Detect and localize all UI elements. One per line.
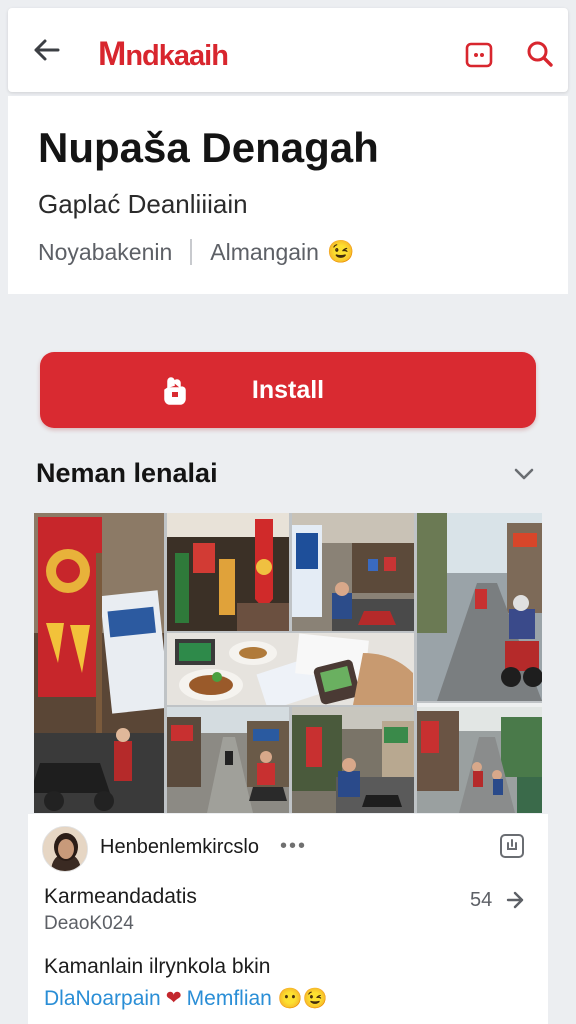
brand-logo[interactable]: Mndkaaih	[98, 35, 229, 74]
section-expand-button[interactable]	[508, 458, 540, 490]
more-options-button[interactable]	[464, 40, 494, 70]
app-subtitle: Gaplać Deanliiiain	[38, 189, 248, 219]
chevron-down-icon	[514, 468, 534, 480]
install-button[interactable]: Install	[40, 352, 536, 428]
gallery-image-festival-banner[interactable]	[34, 513, 164, 813]
install-label: Install	[251, 375, 325, 404]
avatar[interactable]	[42, 826, 88, 872]
post-heading: Karmeandadatis	[44, 885, 197, 908]
post-more-options[interactable]: •••	[280, 836, 307, 856]
gallery-image-food-plates[interactable]	[167, 633, 414, 705]
more-options-icon	[465, 42, 493, 68]
post-count: 54	[470, 889, 493, 911]
gallery-image-street-stalls[interactable]	[167, 513, 289, 631]
section-title: Neman lenalai	[36, 458, 218, 488]
back-button[interactable]	[30, 34, 62, 66]
post-tag-right[interactable]: Memflian	[187, 986, 272, 1012]
post-card[interactable]: Henbenlemkircslo ••• Karmeandadatis Deao…	[28, 814, 548, 1024]
logo-first-letter: M	[98, 35, 126, 73]
search-button[interactable]	[524, 38, 556, 70]
share-box-icon[interactable]	[498, 832, 526, 860]
meta-divider	[190, 239, 193, 265]
gallery-image-sidewalk[interactable]	[292, 707, 414, 813]
gallery-image-market-lane[interactable]	[167, 707, 289, 813]
chevron-right-icon[interactable]	[504, 888, 526, 912]
top-app-bar: Mndkaaih	[8, 8, 568, 92]
app-meta-developer[interactable]: Noyabakenin	[38, 239, 172, 266]
post-date: DeaoK024	[44, 913, 134, 934]
post-tags: DlaNoarpain ❤ Memflian 😶😉	[44, 986, 328, 1012]
app-meta-category[interactable]: Almangain	[210, 239, 319, 266]
gallery-image-scooter-street[interactable]	[417, 513, 542, 701]
post-text: Kamanlain ilrynkola bkin	[44, 955, 271, 978]
post-username[interactable]: Henbenlemkircslo	[100, 834, 259, 860]
logo-rest: ndkaaih	[125, 40, 229, 72]
app-title: Nupaša Denagah	[38, 124, 379, 171]
app-meta-row: Noyabakenin Almangain 😉	[38, 236, 354, 268]
gallery-image-shopfront[interactable]	[292, 513, 414, 631]
post-tag-left[interactable]: DlaNoarpain	[44, 986, 161, 1012]
arrow-left-icon	[34, 39, 60, 61]
search-icon	[527, 41, 553, 67]
heart-icon: ❤	[165, 988, 182, 1009]
app-info-card: Nupaša Denagah Gaplać Deanliiiain Noyaba…	[8, 96, 568, 294]
emoji-icons: 😶😉	[277, 988, 328, 1010]
screenshot-gallery[interactable]	[34, 513, 542, 813]
wink-emoji-icon: 😉	[326, 239, 355, 264]
gallery-image-traffic[interactable]	[417, 707, 542, 813]
install-hand-icon	[164, 377, 186, 405]
